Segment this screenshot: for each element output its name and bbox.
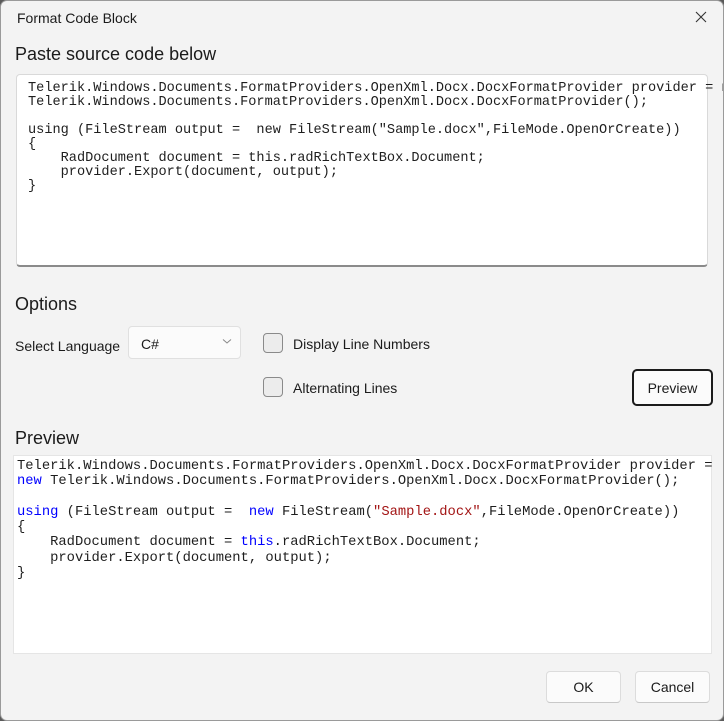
alternating-lines-checkbox[interactable] [263, 377, 283, 397]
display-line-numbers-label[interactable]: Display Line Numbers [293, 336, 430, 352]
code-token: ,FileMode.OpenOrCreate)) [480, 504, 680, 520]
preview-code: Telerik.Windows.Documents.FormatProvider… [13, 455, 712, 654]
preview-code-line: } [17, 566, 711, 581]
close-icon [695, 11, 707, 23]
format-code-block-dialog: Format Code Block Paste source code belo… [0, 0, 724, 721]
preview-code-line: using (FileStream output = new FileStrea… [17, 505, 711, 520]
preview-code-line [17, 490, 711, 505]
code-token: FileStream( [273, 504, 374, 520]
preview-heading: Preview [15, 428, 80, 448]
code-token: Telerik.Windows.Documents.FormatProvider… [41, 474, 680, 490]
dialog-title: Format Code Block [17, 10, 137, 26]
preview-code-line: { [17, 520, 711, 535]
keyword-token: new [248, 504, 274, 520]
preview-code-line: Telerik.Windows.Documents.FormatProvider… [17, 459, 713, 474]
preview-code-line: provider.Export(document, output); [17, 551, 711, 566]
preview-code-line: new Telerik.Windows.Documents.FormatProv… [17, 474, 711, 489]
chevron-down-icon [222, 339, 232, 344]
preview-code-line: RadDocument document = this.radRichTextB… [17, 535, 711, 550]
language-select[interactable]: C# [128, 326, 241, 359]
preview-button[interactable]: Preview [632, 369, 713, 406]
cancel-button[interactable]: Cancel [635, 671, 710, 703]
close-button[interactable] [685, 1, 717, 33]
code-token: .radRichTextBox.Document; [273, 535, 481, 551]
language-value: C# [141, 336, 159, 352]
code-token: } [17, 566, 26, 582]
code-token: RadDocument document = [17, 535, 241, 551]
source-heading: Paste source code below [15, 44, 217, 64]
keyword-token: using [17, 504, 59, 520]
code-token: Telerik.Windows.Documents.FormatProvider… [17, 459, 713, 474]
options-heading: Options [15, 294, 78, 314]
source-code-input[interactable]: Telerik.Windows.Documents.FormatProvider… [16, 74, 723, 267]
keyword-token: this [240, 535, 274, 551]
display-line-numbers-checkbox[interactable] [263, 333, 283, 353]
code-token: (FileStream output = [58, 504, 249, 520]
code-token: provider.Export(document, output); [17, 550, 332, 566]
code-token: { [17, 520, 26, 536]
ok-button[interactable]: OK [546, 671, 621, 703]
select-language-label: Select Language [15, 338, 121, 354]
string-token: "Sample.docx" [373, 504, 481, 520]
alternating-lines-label[interactable]: Alternating Lines [293, 380, 397, 396]
keyword-token: new [17, 474, 42, 490]
